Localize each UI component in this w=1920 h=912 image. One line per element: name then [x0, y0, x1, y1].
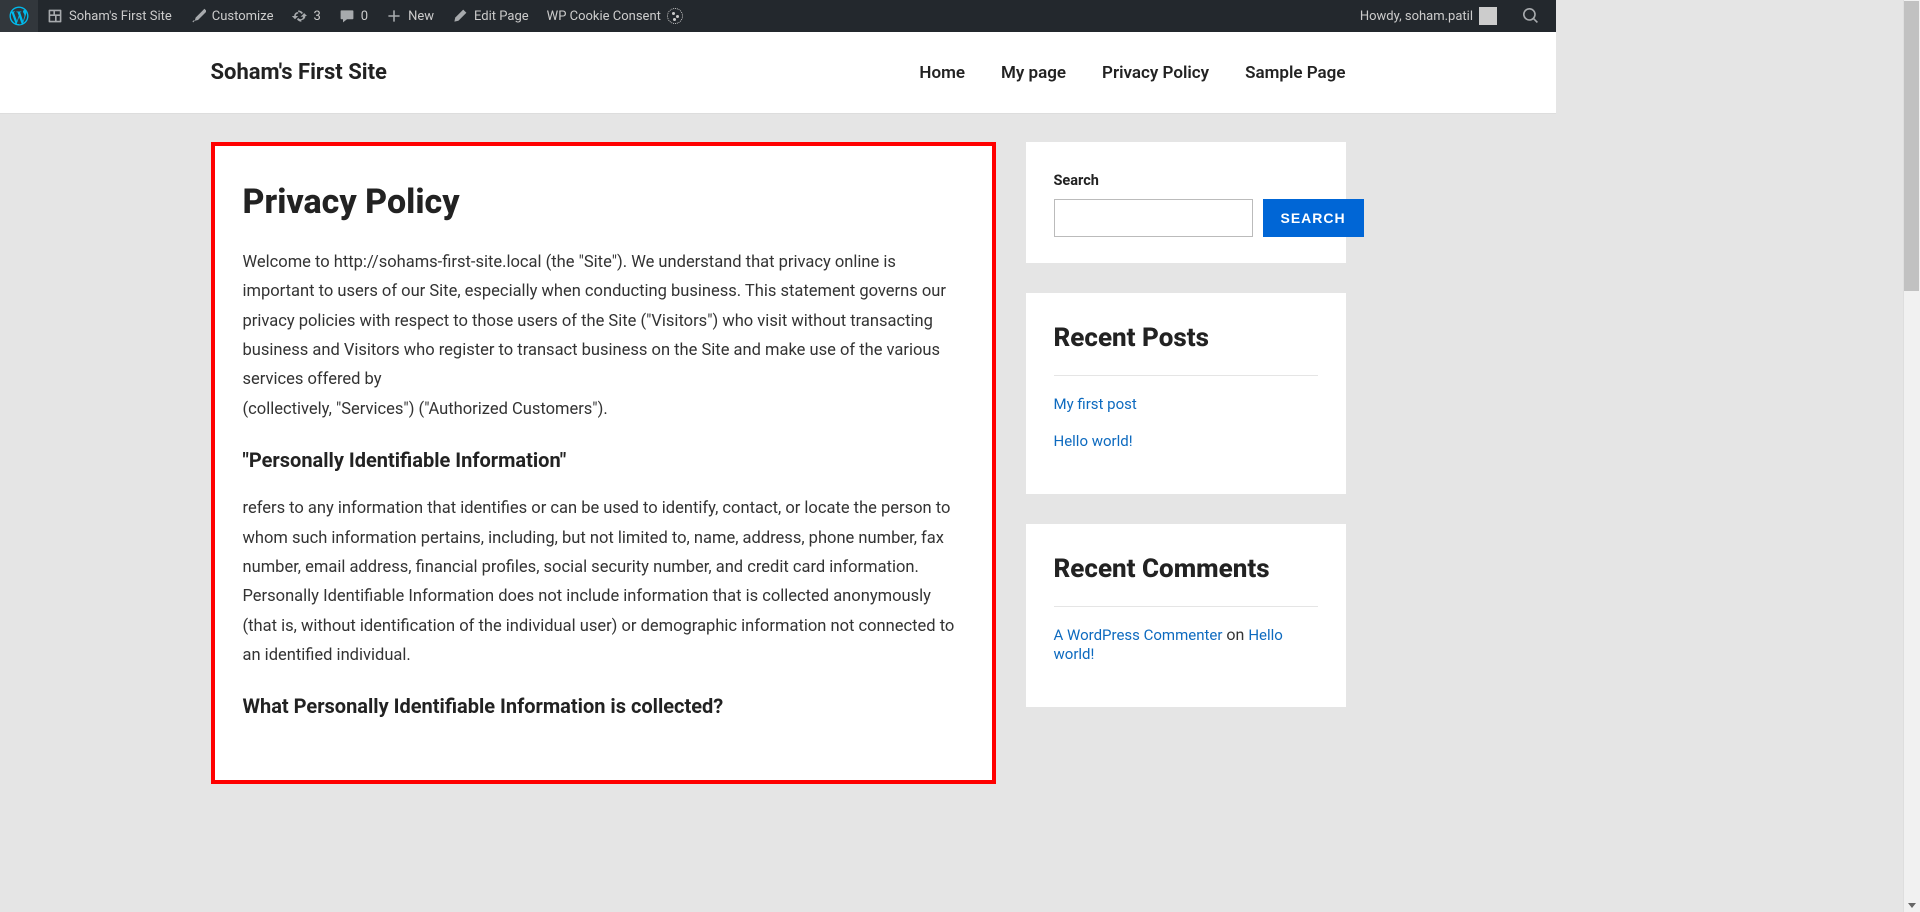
site-header: Soham's First Site Home My page Privacy … — [0, 32, 1556, 114]
search-widget: Search SEARCH — [1026, 142, 1346, 263]
recent-post-link[interactable]: Hello world! — [1054, 432, 1133, 450]
sidebar: Search SEARCH Recent Posts My first post… — [1026, 142, 1346, 784]
pii-paragraph: refers to any information that identifie… — [243, 494, 964, 670]
widget-divider — [1054, 606, 1318, 607]
cookie-consent-item[interactable]: WP Cookie Consent — [538, 0, 692, 32]
edit-page-item[interactable]: Edit Page — [443, 0, 538, 32]
wp-logo-item[interactable] — [0, 0, 38, 32]
wp-admin-bar: Soham's First Site Customize 3 0 New — [0, 0, 1556, 32]
avatar-icon — [1479, 7, 1497, 25]
new-label: New — [408, 9, 434, 24]
on-text: on — [1222, 625, 1248, 644]
recent-posts-list: My first post Hello world! — [1054, 394, 1318, 450]
commenter-link[interactable]: A WordPress Commenter — [1054, 626, 1223, 644]
new-item[interactable]: New — [377, 0, 443, 32]
scroll-thumb[interactable] — [1904, 1, 1919, 291]
admin-bar-right: Howdy, soham.patil — [1351, 0, 1548, 32]
main-nav: Home My page Privacy Policy Sample Page — [919, 63, 1345, 83]
site-name-label: Soham's First Site — [69, 9, 172, 24]
list-item: Hello world! — [1054, 431, 1318, 450]
recent-comments-widget: Recent Comments A WordPress Commenter on… — [1026, 524, 1346, 707]
customize-label: Customize — [212, 9, 274, 24]
search-button[interactable]: SEARCH — [1263, 199, 1364, 237]
site-title[interactable]: Soham's First Site — [211, 60, 387, 85]
page-wrap: Privacy Policy Welcome to http://sohams-… — [201, 142, 1356, 784]
comments-item[interactable]: 0 — [330, 0, 377, 32]
comments-count: 0 — [361, 9, 368, 24]
nav-my-page[interactable]: My page — [1001, 63, 1066, 83]
customize-item[interactable]: Customize — [181, 0, 283, 32]
intro-text-a: Welcome to http://sohams-first-site.loca… — [243, 253, 946, 389]
intro-text-b: (collectively, "Services") ("Authorized … — [243, 400, 608, 419]
widget-divider — [1054, 375, 1318, 376]
pencil-icon — [452, 8, 468, 24]
intro-paragraph: Welcome to http://sohams-first-site.loca… — [243, 248, 964, 424]
list-item: A WordPress Commenter on Hello world! — [1054, 625, 1318, 663]
nav-sample-page[interactable]: Sample Page — [1245, 63, 1345, 83]
search-row: SEARCH — [1054, 199, 1318, 237]
list-item: My first post — [1054, 394, 1318, 413]
pii-heading: "Personally Identifiable Information" — [243, 448, 964, 472]
scroll-down-button[interactable] — [1906, 899, 1917, 910]
wordpress-icon — [9, 6, 29, 26]
nav-privacy-policy[interactable]: Privacy Policy — [1102, 63, 1209, 83]
search-icon — [1523, 8, 1539, 24]
recent-posts-widget: Recent Posts My first post Hello world! — [1026, 293, 1346, 494]
cookie-icon — [667, 8, 683, 24]
privacy-policy-article: Privacy Policy Welcome to http://sohams-… — [211, 142, 996, 784]
howdy-label: Howdy, soham.patil — [1360, 9, 1473, 24]
updates-count: 3 — [313, 9, 320, 24]
admin-bar-left: Soham's First Site Customize 3 0 New — [0, 0, 692, 32]
dashboard-icon — [47, 8, 63, 24]
recent-comments-list: A WordPress Commenter on Hello world! — [1054, 625, 1318, 663]
content-column: Privacy Policy Welcome to http://sohams-… — [211, 142, 996, 784]
howdy-item[interactable]: Howdy, soham.patil — [1351, 0, 1506, 32]
edit-page-label: Edit Page — [474, 9, 529, 24]
updates-icon — [291, 8, 307, 24]
vertical-scrollbar[interactable] — [1903, 0, 1920, 912]
comments-icon — [339, 8, 355, 24]
search-input[interactable] — [1054, 199, 1253, 237]
admin-search-item[interactable] — [1514, 0, 1548, 32]
collected-heading: What Personally Identifiable Information… — [243, 694, 964, 718]
plus-icon — [386, 8, 402, 24]
cookie-consent-label: WP Cookie Consent — [547, 9, 661, 24]
search-label: Search — [1054, 172, 1318, 189]
page-title: Privacy Policy — [243, 182, 964, 222]
site-name-item[interactable]: Soham's First Site — [38, 0, 181, 32]
recent-comments-title: Recent Comments — [1054, 554, 1318, 584]
paintbrush-icon — [190, 8, 206, 24]
recent-posts-title: Recent Posts — [1054, 323, 1318, 353]
site-header-inner: Soham's First Site Home My page Privacy … — [201, 60, 1356, 85]
updates-item[interactable]: 3 — [282, 0, 329, 32]
nav-home[interactable]: Home — [919, 63, 965, 83]
recent-post-link[interactable]: My first post — [1054, 395, 1137, 413]
